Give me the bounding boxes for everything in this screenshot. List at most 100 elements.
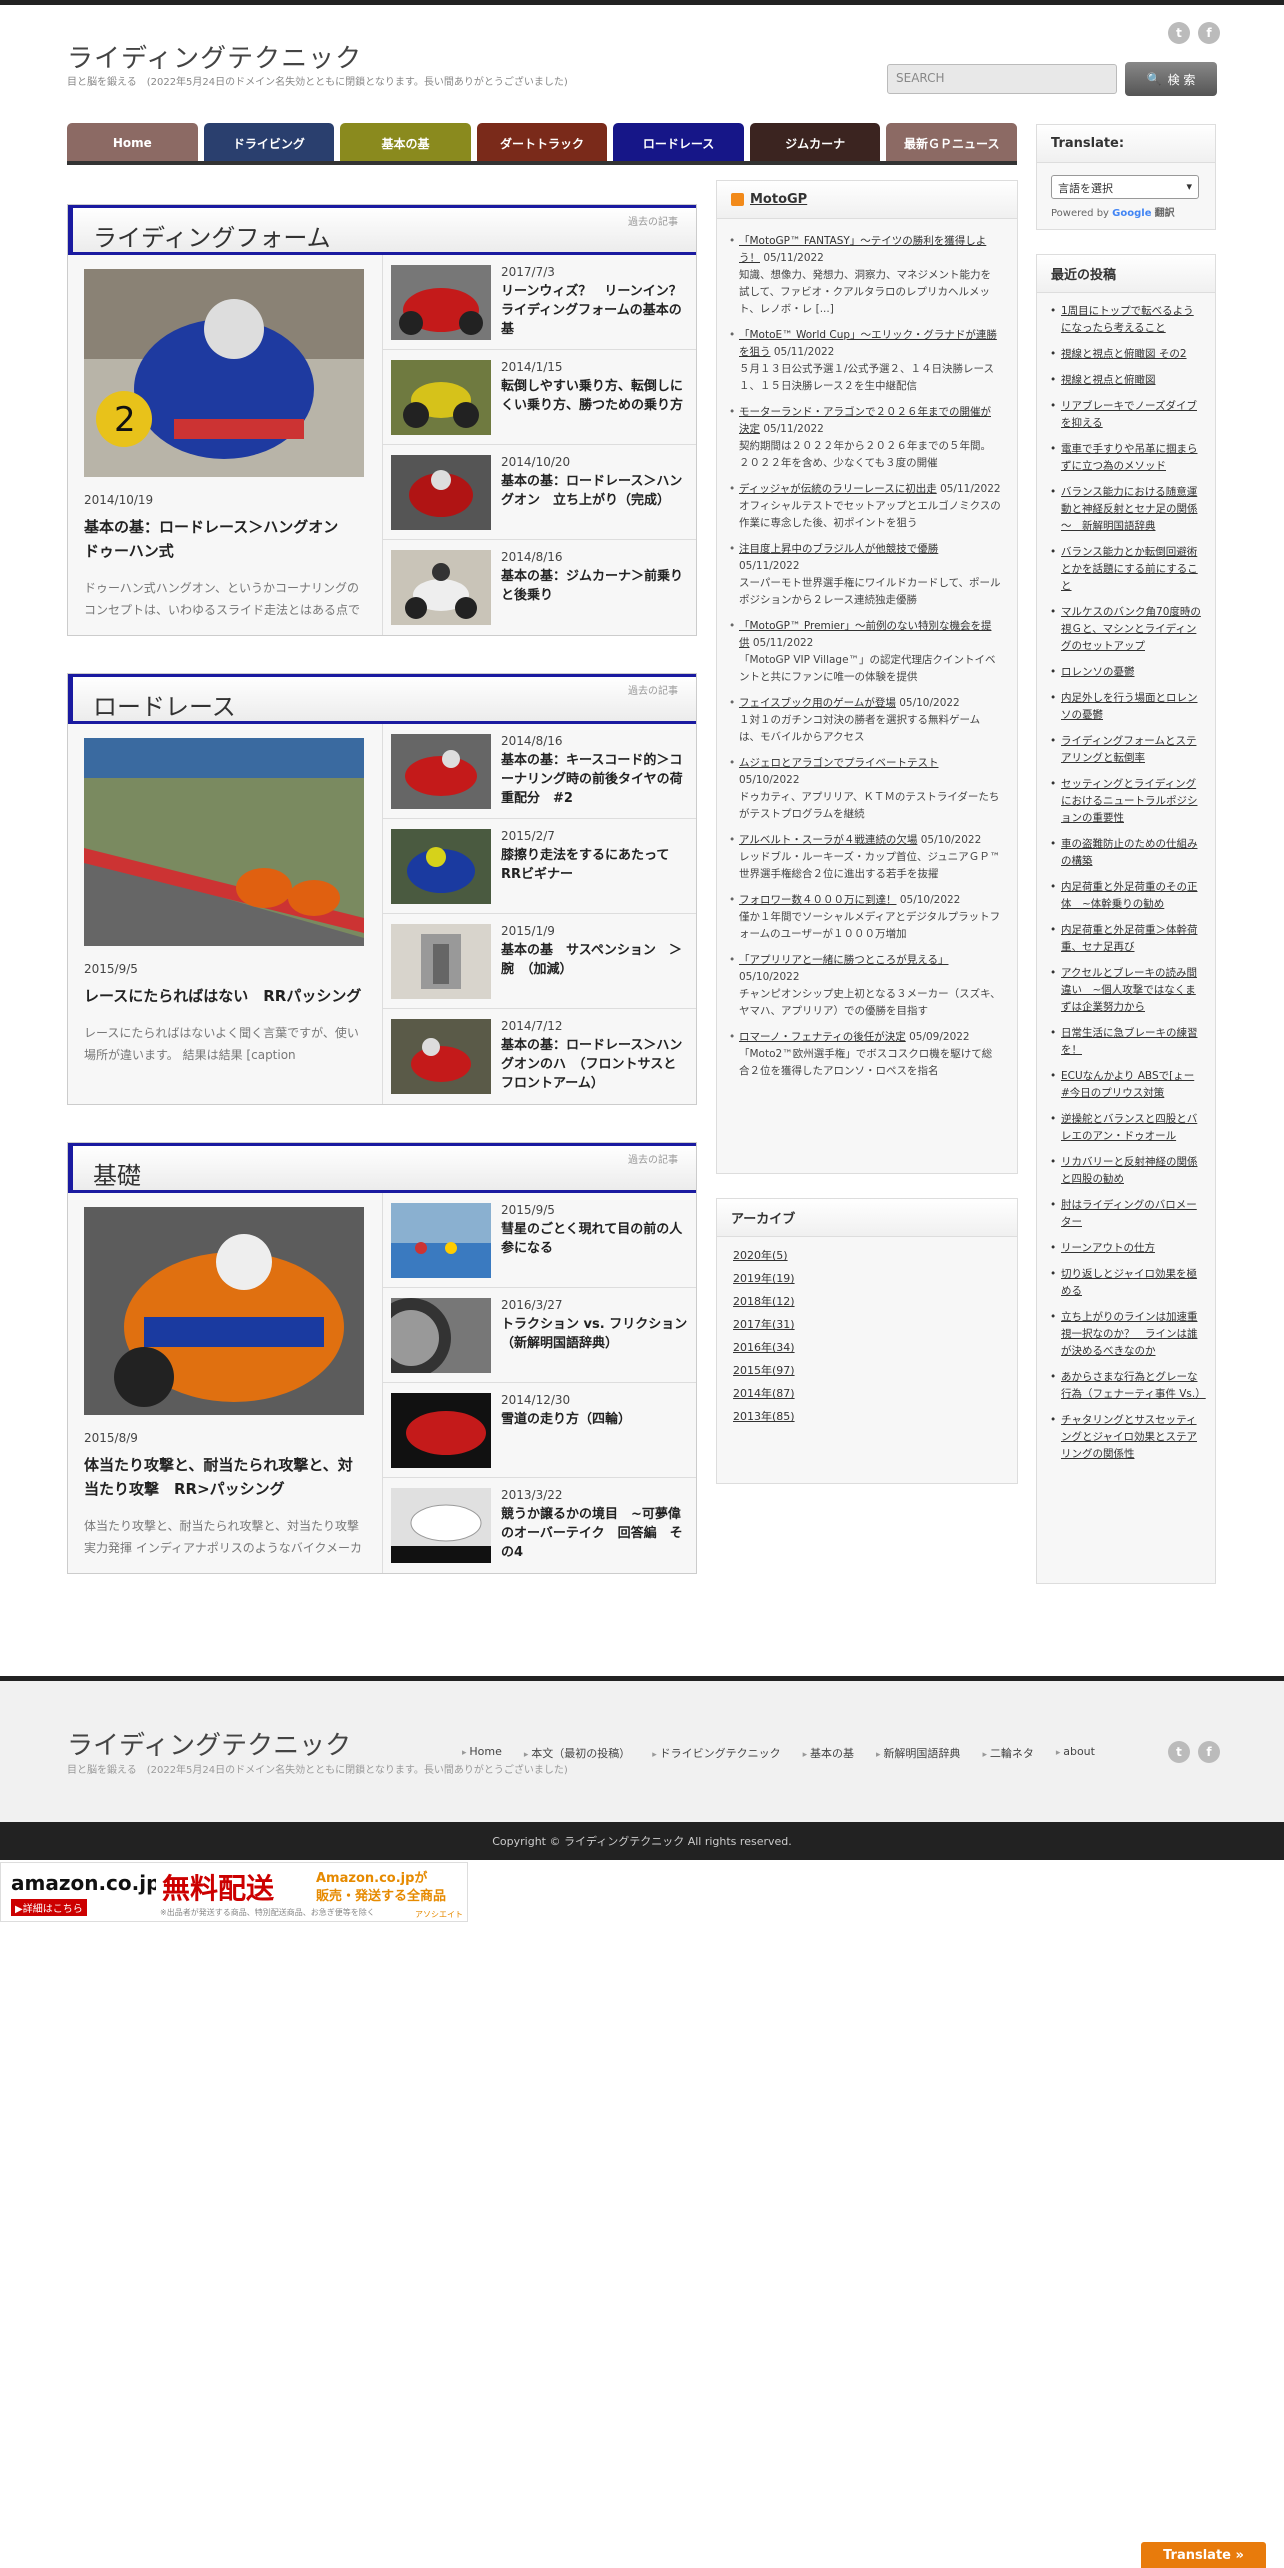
featured-post[interactable]: 2015/9/5 レースにたらればはない RRパッシング レースにたらればはない… — [68, 724, 383, 1104]
footer-link-bike[interactable]: 二輪ネタ — [982, 1745, 1034, 1761]
facebook-icon[interactable]: f — [1198, 22, 1220, 44]
list-item[interactable]: 2014/10/20 基本の基：ロードレース＞ハングオン 立ち上がり（完成） — [383, 445, 696, 540]
nav-item-home[interactable]: Home — [67, 123, 198, 163]
news-link[interactable]: ディッジャが伝統のラリーレースに初出走 — [739, 483, 937, 495]
recent-post-link[interactable]: リアブレーキでノーズダイブを抑える — [1050, 398, 1201, 432]
list-item[interactable]: 2014/1/15 転倒しやすい乗り方、転倒しにくい乗り方、勝つための乗り方 — [383, 350, 696, 445]
search-input[interactable]: SEARCH — [887, 64, 1117, 94]
featured-title[interactable]: 基本の基：ロードレース＞ハングオン ドゥーハン式 — [84, 515, 366, 563]
amazon-detail-link[interactable]: ▶詳細はこちら — [11, 1899, 87, 1916]
archive-link[interactable]: 2019年(19) — [733, 1270, 1001, 1293]
recent-post-link[interactable]: 内足荷重と外足荷重のその正体 ~体幹乗りの勧め — [1050, 879, 1201, 913]
recent-post-link[interactable]: チャタリングとサスセッティングとジャイロ効果とステアリングの関係性 — [1050, 1412, 1201, 1463]
featured-image[interactable]: 2 — [84, 269, 364, 477]
list-item[interactable]: 2015/9/5 彗星のごとく現れて目の前の人参になる — [383, 1193, 696, 1288]
rss-icon[interactable] — [731, 193, 744, 206]
nav-item-road-race[interactable]: ロードレース — [613, 123, 744, 163]
list-item[interactable]: 2016/3/27 トラクション vs. フリクション（新解明国語辞典） — [383, 1288, 696, 1383]
archive-link[interactable]: 2020年(5) — [733, 1247, 1001, 1270]
post-thumbnail[interactable] — [391, 1298, 491, 1373]
recent-post-link[interactable]: ライディングフォームとステアリングと転倒率 — [1050, 733, 1201, 767]
recent-post-link[interactable]: リーンアウトの仕方 — [1050, 1240, 1201, 1257]
list-item[interactable]: 2013/3/22 競うか譲るかの境目 ~可夢偉のオーバーテイク 回答編 その4 — [383, 1478, 696, 1573]
post-title[interactable]: 基本の基：キースコード的＞コーナリング時の前後タイヤの荷重配分 #2 — [501, 751, 688, 808]
footer-link-home[interactable]: Home — [462, 1745, 501, 1761]
featured-title[interactable]: レースにたらればはない RRパッシング — [84, 984, 366, 1008]
recent-post-link[interactable]: バランス能力における随意運動と神経反射とセナ足の関係～ 新解明国語辞典 — [1050, 484, 1201, 535]
footer-site-title[interactable]: ライディングテクニック — [67, 1725, 351, 1762]
news-link[interactable]: フォロワー数４０００万に到達！ — [739, 894, 897, 906]
search-button[interactable]: 🔍 検 索 — [1125, 62, 1217, 96]
post-title[interactable]: 競うか譲るかの境目 ~可夢偉のオーバーテイク 回答編 その4 — [501, 1505, 688, 1562]
news-link[interactable]: ロマーノ・フェナティの後任が決定 — [739, 1031, 906, 1043]
post-thumbnail[interactable] — [391, 1203, 491, 1278]
list-item[interactable]: 2015/2/7 膝擦り走法をするにあたってRRビギナー — [383, 819, 696, 914]
post-thumbnail[interactable] — [391, 734, 491, 809]
list-item[interactable]: 2014/7/12 基本の基：ロードレース＞ハングオンのハ （フロントサスとフロン… — [383, 1009, 696, 1104]
list-item[interactable]: 2015/1/9 基本の基 サスペンション ＞ 腕 （加減） — [383, 914, 696, 1009]
recent-post-link[interactable]: ロレンソの憂鬱 — [1050, 664, 1201, 681]
language-select[interactable]: 言語を選択 ▾ — [1051, 175, 1199, 199]
google-logo[interactable]: Google — [1112, 208, 1151, 219]
footer-link-basics[interactable]: 基本の基 — [803, 1745, 854, 1761]
archive-link[interactable]: 2014年(87) — [733, 1385, 1001, 1408]
archive-link[interactable]: 2016年(34) — [733, 1339, 1001, 1362]
post-thumbnail[interactable] — [391, 1488, 491, 1563]
post-title[interactable]: 彗星のごとく現れて目の前の人参になる — [501, 1220, 688, 1258]
post-title[interactable]: トラクション vs. フリクション（新解明国語辞典） — [501, 1315, 688, 1353]
nav-item-basics[interactable]: 基本の基 — [340, 123, 471, 163]
recent-post-link[interactable]: リカバリーと反射神経の関係と四股の勧め — [1050, 1154, 1201, 1188]
news-link[interactable]: フェイスブック用のゲームが登場 — [739, 697, 896, 709]
widget-title[interactable]: MotoGP — [750, 192, 807, 207]
list-item[interactable]: 2017/7/3 リーンウィズ？ リーンイン？ ライディングフォームの基本の基 — [383, 255, 696, 350]
recent-post-link[interactable]: 視線と視点と俯瞰図 — [1050, 372, 1201, 389]
recent-post-link[interactable]: 内足荷重と外足荷重＞体幹荷重、セナ足再び — [1050, 922, 1201, 956]
recent-post-link[interactable]: 視線と視点と俯瞰図 その2 — [1050, 346, 1201, 363]
recent-post-link[interactable]: アクセルとブレーキの読み間違い ~個人攻撃ではなくまずは企業努力から — [1050, 965, 1201, 1016]
footer-link-first-post[interactable]: 本文（最初の投稿） — [524, 1745, 630, 1761]
archive-link[interactable]: 2018年(12) — [733, 1293, 1001, 1316]
recent-post-link[interactable]: 1周目にトップで転べるようになったら考えること — [1050, 303, 1201, 337]
news-link[interactable]: 注目度上昇中のブラジル人が他競技で優勝 — [739, 543, 938, 555]
news-link[interactable]: ムジェロとアラゴンでプライベートテスト — [739, 757, 939, 769]
recent-post-link[interactable]: 肘はライディングのバロメーター — [1050, 1197, 1201, 1231]
recent-post-link[interactable]: 日常生活に急ブレーキの練習を！ — [1050, 1025, 1201, 1059]
featured-title[interactable]: 体当たり攻撃と、耐当たられ攻撃と、対当たり攻撃 RR>パッシング — [84, 1453, 366, 1501]
post-thumbnail[interactable] — [391, 1019, 491, 1094]
nav-item-gp-news[interactable]: 最新ＧＰニュース — [886, 123, 1018, 163]
amazon-banner[interactable]: amazon.co.jp ▶詳細はこちら 無料配送 Amazon.co.jpが … — [0, 1862, 468, 1922]
featured-post[interactable]: 2 2014/10/19 基本の基：ロードレース＞ハングオン ドゥーハン式 ドゥ… — [68, 255, 383, 635]
recent-post-link[interactable]: 切り返しとジャイロ効果を極める — [1050, 1266, 1201, 1300]
recent-post-link[interactable]: 立ち上がりのラインは加速重視一択なのか？ ラインは誰が決めるべきなのか — [1050, 1309, 1201, 1360]
site-title[interactable]: ライディングテクニック — [67, 38, 362, 75]
past-articles-link[interactable]: 過去の記事 — [628, 1151, 678, 1166]
recent-post-link[interactable]: マルケスのバンク角70度時の視Ｇと、マシンとライディングのセットアップ — [1050, 604, 1201, 655]
translate-link[interactable]: 翻訳 — [1155, 208, 1175, 219]
post-thumbnail[interactable] — [391, 265, 491, 340]
post-title[interactable]: 基本の基 サスペンション ＞ 腕 （加減） — [501, 941, 695, 979]
recent-post-link[interactable]: バランス能力とか転倒回避術とかを話題にする前にすること — [1050, 544, 1201, 595]
post-title[interactable]: 基本の基：ロードレース＞ハングオン 立ち上がり（完成） — [501, 472, 688, 510]
recent-post-link[interactable]: 内足外しを行う場面とロレンソの憂鬱 — [1050, 690, 1201, 724]
post-title[interactable]: 膝擦り走法をするにあたってRRビギナー — [501, 846, 688, 884]
post-thumbnail[interactable] — [391, 360, 491, 435]
archive-link[interactable]: 2013年(85) — [733, 1408, 1001, 1431]
post-title[interactable]: リーンウィズ？ リーンイン？ ライディングフォームの基本の基 — [501, 282, 695, 339]
recent-post-link[interactable]: 逆操舵とバランスと四股とバレエのアン・ドゥオール — [1050, 1111, 1201, 1145]
list-item[interactable]: 2014/12/30 雪道の走り方（四輪） — [383, 1383, 696, 1478]
nav-item-dirt-track[interactable]: ダートトラック — [476, 123, 608, 163]
past-articles-link[interactable]: 過去の記事 — [628, 682, 678, 697]
archive-link[interactable]: 2017年(31) — [733, 1316, 1001, 1339]
twitter-icon[interactable]: t — [1168, 1741, 1190, 1763]
list-item[interactable]: 2014/8/16 基本の基：ジムカーナ＞前乗りと後乗り — [383, 540, 696, 635]
post-thumbnail[interactable] — [391, 1393, 491, 1468]
post-title[interactable]: 基本の基：ロードレース＞ハングオンのハ （フロントサスとフロントアーム） — [501, 1036, 688, 1093]
recent-post-link[interactable]: ECUなんかより ABSで[ょー#今日のプリウス対策 — [1050, 1068, 1201, 1102]
past-articles-link[interactable]: 過去の記事 — [628, 213, 678, 228]
recent-post-link[interactable]: あからさまな行為とグレーな行為（フェナーティ事件 Vs.） — [1050, 1369, 1206, 1403]
list-item[interactable]: 2014/8/16 基本の基：キースコード的＞コーナリング時の前後タイヤの荷重配分… — [383, 724, 696, 819]
post-thumbnail[interactable] — [391, 829, 491, 904]
news-link[interactable]: 「アプリリアと一緒に勝つところが見える」 — [739, 954, 948, 966]
recent-post-link[interactable]: 電車で手すりや吊革に掴まらずに立つ為のメソッド — [1050, 441, 1201, 475]
post-thumbnail[interactable] — [391, 924, 491, 999]
